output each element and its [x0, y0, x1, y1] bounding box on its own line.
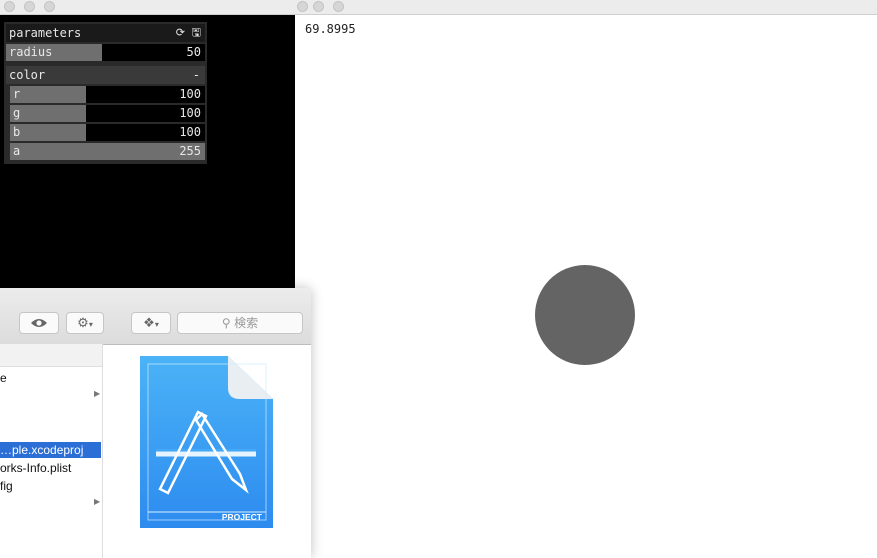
panel-header[interactable]: parameters ⟳ 🖫 [6, 24, 205, 42]
drawn-circle [535, 265, 635, 365]
list-item[interactable]: fig [0, 478, 101, 494]
disclosure-arrow-icon[interactable]: ▶ [94, 497, 100, 506]
reload-save-icons[interactable]: ⟳ 🖫 [176, 24, 201, 42]
color-group-label: color [9, 68, 46, 82]
b-slider-fill [10, 124, 87, 141]
action-menu-button[interactable]: ⚙▾ [66, 312, 104, 334]
r-value: 100 [179, 87, 201, 101]
a-value: 255 [179, 144, 201, 158]
chevron-down-icon: ▾ [88, 320, 93, 329]
fps-readout: 69.8995 [305, 22, 356, 36]
parameters-panel: parameters ⟳ 🖫 radius 50 color - r 100 g… [4, 22, 207, 164]
column-divider[interactable] [102, 344, 103, 558]
color-group-header[interactable]: color - [6, 66, 205, 84]
g-slider[interactable]: g 100 [10, 105, 205, 122]
g-value: 100 [179, 106, 201, 120]
gear-icon: ⚙ [77, 315, 89, 330]
gui-window: parameters ⟳ 🖫 radius 50 color - r 100 g… [0, 0, 295, 300]
zoom-window-button[interactable] [333, 1, 344, 12]
xcode-project-icon: PROJECT [140, 356, 273, 528]
gui-titlebar [0, 0, 295, 15]
g-label: g [13, 106, 21, 120]
close-window-button[interactable] [297, 1, 308, 12]
search-input[interactable]: ⚲ 検索 [177, 312, 303, 334]
eye-icon [31, 319, 47, 327]
r-label: r [13, 87, 21, 101]
dropbox-menu-button[interactable]: ❖▾ [131, 312, 171, 334]
radius-value: 50 [186, 45, 201, 59]
column-header [0, 344, 102, 367]
search-placeholder: 検索 [234, 316, 259, 330]
zoom-window-button[interactable] [44, 1, 55, 12]
r-slider[interactable]: r 100 [10, 86, 205, 103]
b-label: b [13, 125, 21, 139]
svg-text:PROJECT: PROJECT [222, 512, 263, 522]
output-titlebar [295, 0, 877, 15]
quick-look-button[interactable] [19, 312, 59, 334]
panel-title: parameters [9, 26, 82, 40]
preview-badge: PROJECT [222, 512, 263, 522]
b-value: 100 [179, 125, 201, 139]
list-item[interactable]: orks-Info.plist [0, 460, 101, 476]
search-icon: ⚲ [221, 316, 231, 330]
chevron-down-icon: ▾ [154, 320, 159, 329]
finder-toolbar: ⚙▾ ❖▾ ⚲ 検索 [0, 288, 311, 345]
minimize-window-button[interactable] [313, 1, 324, 12]
a-slider[interactable]: a 255 [10, 143, 205, 160]
list-item-selected[interactable]: …ple.xcodeproj [0, 442, 101, 458]
list-item[interactable]: e [0, 370, 101, 386]
disclosure-arrow-icon[interactable]: ▶ [94, 389, 100, 398]
collapse-toggle[interactable]: - [193, 66, 200, 84]
a-slider-fill [10, 143, 205, 160]
g-slider-fill [10, 105, 87, 122]
minimize-window-button[interactable] [24, 1, 35, 12]
dropbox-icon: ❖ [143, 315, 155, 330]
r-slider-fill [10, 86, 87, 103]
radius-slider[interactable]: radius 50 [6, 44, 205, 61]
a-label: a [13, 144, 21, 158]
b-slider[interactable]: b 100 [10, 124, 205, 141]
radius-label: radius [9, 45, 53, 59]
close-window-button[interactable] [4, 1, 15, 12]
